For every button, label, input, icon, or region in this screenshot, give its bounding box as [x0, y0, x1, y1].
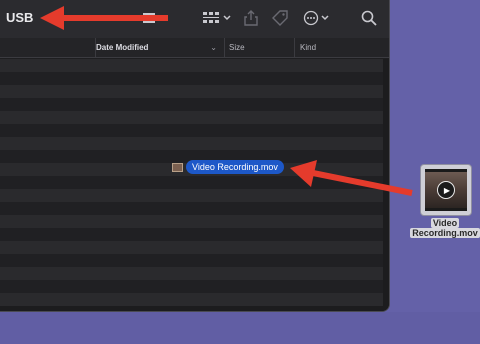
toolbar: USB: [0, 0, 389, 38]
list-row[interactable]: [0, 280, 383, 293]
column-header-date-label: Date Modified: [96, 43, 149, 52]
column-header-size[interactable]: Size: [224, 38, 294, 58]
list-row[interactable]: [0, 215, 383, 228]
desktop-video-file[interactable]: ▶: [420, 164, 472, 216]
list-row[interactable]: [0, 124, 383, 137]
finder-window: USB Date Modified ⌄ Size Kind: [0, 0, 390, 312]
list-row[interactable]: [0, 202, 383, 215]
desktop-file-label[interactable]: Video Recording.mov: [410, 218, 480, 238]
dragged-file[interactable]: Video Recording.mov: [172, 160, 284, 174]
dragged-file-name: Video Recording.mov: [186, 160, 284, 174]
desktop-background: [0, 312, 480, 344]
desktop-file-name-line2: Recording.mov: [410, 228, 480, 238]
window-title: USB: [6, 10, 34, 25]
list-row[interactable]: [0, 189, 383, 202]
sort-chevron-icon: ⌄: [210, 43, 217, 52]
more-icon[interactable]: [303, 8, 331, 28]
file-list[interactable]: [0, 59, 389, 311]
search-icon[interactable]: [361, 8, 379, 28]
share-icon[interactable]: [244, 8, 262, 28]
list-row[interactable]: [0, 293, 383, 306]
column-header-date-modified[interactable]: Date Modified ⌄: [95, 38, 223, 58]
list-row[interactable]: [0, 267, 383, 280]
column-header-row: Date Modified ⌄ Size Kind: [0, 38, 389, 58]
list-view-icon[interactable]: [143, 8, 169, 28]
list-row[interactable]: [0, 111, 383, 124]
play-icon: ▶: [437, 181, 455, 199]
list-row[interactable]: [0, 72, 383, 85]
list-row[interactable]: [0, 137, 383, 150]
list-row[interactable]: [0, 228, 383, 241]
list-row[interactable]: [0, 176, 383, 189]
list-row[interactable]: [0, 241, 383, 254]
desktop-file-name-line1: Video: [430, 218, 460, 228]
video-file-icon: ▶: [425, 169, 467, 211]
list-row[interactable]: [0, 85, 383, 98]
list-row[interactable]: [0, 59, 383, 72]
column-header-kind[interactable]: Kind: [294, 38, 389, 58]
tag-icon[interactable]: [271, 8, 291, 28]
video-thumbnail-icon: [172, 162, 183, 172]
list-row[interactable]: [0, 254, 383, 267]
group-icon[interactable]: [203, 8, 233, 28]
list-row[interactable]: [0, 98, 383, 111]
